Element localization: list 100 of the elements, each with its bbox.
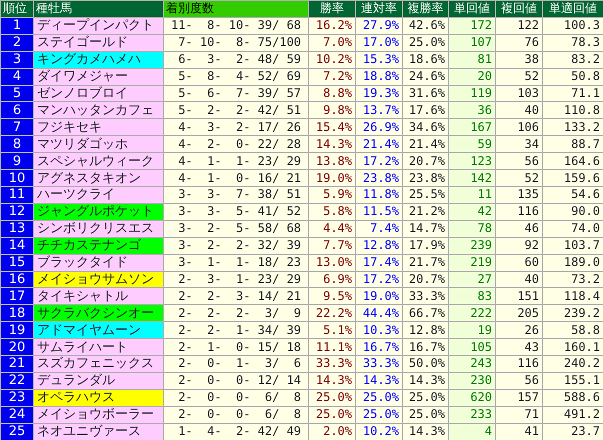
table-cell: 14.7% [402, 220, 448, 238]
table-cell: 3- 2- 5- 58/ 68 [164, 220, 308, 238]
rank-cell: 12 [0, 203, 34, 220]
table-cell: 81 [448, 51, 496, 68]
table-cell: 10.3% [356, 322, 402, 339]
rank-cell: 8 [0, 136, 34, 153]
table-cell: 46 [496, 220, 542, 238]
rank-cell: 19 [0, 322, 34, 339]
sire-cell: ディープインパクト [34, 17, 164, 34]
table-cell: 26.9% [356, 118, 402, 136]
table-cell: 31.6% [402, 85, 448, 102]
table-cell: 620 [448, 389, 496, 406]
table-cell: 2.0% [308, 423, 356, 440]
column-header[interactable]: 複回値 [496, 0, 542, 18]
table-cell: 12.8% [402, 322, 448, 339]
table-cell: 25.0% [356, 389, 402, 406]
table-cell: 78 [448, 220, 496, 238]
table-cell: 5- 8- 4- 52/ 69 [164, 68, 308, 86]
table-cell: 11.5% [356, 203, 402, 220]
table-cell: 5.8% [308, 203, 356, 220]
table-cell: 7.7% [308, 237, 356, 254]
table-cell: 219 [448, 254, 496, 271]
table-cell: 92 [496, 237, 542, 254]
sire-cell: ハーツクライ [34, 186, 164, 204]
table-cell: 230 [448, 372, 496, 390]
rank-cell: 17 [0, 288, 34, 305]
table-cell: 110.8 [542, 102, 603, 119]
column-header[interactable]: 単回値 [448, 0, 496, 18]
table-cell: 160.1 [542, 338, 603, 356]
table-cell: 164.6 [542, 152, 603, 170]
table-cell: 33.3% [402, 288, 448, 305]
column-header[interactable]: 複勝率 [402, 0, 448, 18]
column-header[interactable]: 着別度数 [164, 0, 308, 18]
sire-cell: ゼンノロブロイ [34, 85, 164, 102]
table-cell: 11- 8- 10- 39/ 68 [164, 17, 308, 34]
sire-cell: タイキシャトル [34, 288, 164, 305]
table-cell: 5- 6- 7- 39/ 57 [164, 85, 308, 102]
sire-cell: マツリダゴッホ [34, 136, 164, 153]
table-cell: 20 [448, 68, 496, 86]
table-cell: 13.7% [356, 102, 402, 119]
column-header[interactable]: 種牡馬 [34, 0, 164, 18]
table-cell: 2- 1- 0- 15/ 18 [164, 338, 308, 356]
table-cell: 189.0 [542, 254, 603, 271]
table-cell: 23.8% [356, 170, 402, 186]
table-cell: 78.3 [542, 34, 603, 52]
table-cell: 71.1 [542, 85, 603, 102]
table-cell: 7.0% [308, 34, 356, 52]
table-cell: 42 [448, 203, 496, 220]
table-cell: 17.9% [402, 237, 448, 254]
table-cell: 142 [448, 170, 496, 186]
table-cell: 56 [496, 372, 542, 390]
table-cell: 233 [448, 406, 496, 424]
table-cell: 3- 3- 5- 41/ 52 [164, 203, 308, 220]
sire-cell: スペシャルウィーク [34, 152, 164, 170]
table-cell: 4- 1- 0- 16/ 21 [164, 170, 308, 186]
table-cell: 1- 4- 2- 42/ 49 [164, 423, 308, 440]
sire-cell: ステイゴールド [34, 34, 164, 52]
sire-cell: ブラックタイド [34, 254, 164, 271]
table-cell: 15.4% [308, 118, 356, 136]
table-cell: 4- 2- 0- 22/ 28 [164, 136, 308, 153]
table-cell: 106 [496, 118, 542, 136]
table-cell: 2- 2- 1- 34/ 39 [164, 322, 308, 339]
column-header[interactable]: 勝率 [308, 0, 356, 18]
table-cell: 14.3% [308, 372, 356, 390]
table-cell: 103 [496, 85, 542, 102]
rank-cell: 11 [0, 186, 34, 204]
rank-cell: 10 [0, 170, 34, 186]
table-cell: 116 [496, 203, 542, 220]
table-cell: 18.6% [402, 51, 448, 68]
sire-cell: シンボリクリスエス [34, 220, 164, 238]
rank-cell: 24 [0, 406, 34, 424]
sire-cell: オペラハウス [34, 389, 164, 406]
rank-cell: 7 [0, 118, 34, 136]
table-cell: 59 [448, 136, 496, 153]
column-header[interactable]: 単適回値 [542, 0, 603, 18]
table-cell: 22.2% [308, 304, 356, 322]
table-cell: 23.7 [542, 423, 603, 440]
sire-cell: アドマイヤムーン [34, 322, 164, 339]
table-cell: 58.8 [542, 322, 603, 339]
table-cell: 33.3% [308, 356, 356, 372]
table-cell: 11.8% [356, 186, 402, 204]
table-cell: 76 [496, 34, 542, 52]
table-cell: 2- 0- 0- 6/ 8 [164, 406, 308, 424]
sire-cell: フジキセキ [34, 118, 164, 136]
table-cell: 116 [496, 356, 542, 372]
table-cell: 50.8 [542, 68, 603, 86]
sire-cell: メイショウサムソン [34, 271, 164, 288]
table-cell: 25.0% [308, 406, 356, 424]
table-cell: 90.0 [542, 203, 603, 220]
table-cell: 2- 0- 0- 12/ 14 [164, 372, 308, 390]
table-cell: 155.1 [542, 372, 603, 390]
table-cell: 34 [496, 136, 542, 153]
table-cell: 10.2% [308, 51, 356, 68]
table-cell: 3- 1- 1- 18/ 23 [164, 254, 308, 271]
column-header[interactable]: 順位 [0, 0, 34, 18]
table-cell: 23.8% [402, 170, 448, 186]
table-cell: 7.2% [308, 68, 356, 86]
column-header[interactable]: 連対率 [356, 0, 402, 18]
table-cell: 33.3% [356, 356, 402, 372]
table-cell: 40 [496, 102, 542, 119]
